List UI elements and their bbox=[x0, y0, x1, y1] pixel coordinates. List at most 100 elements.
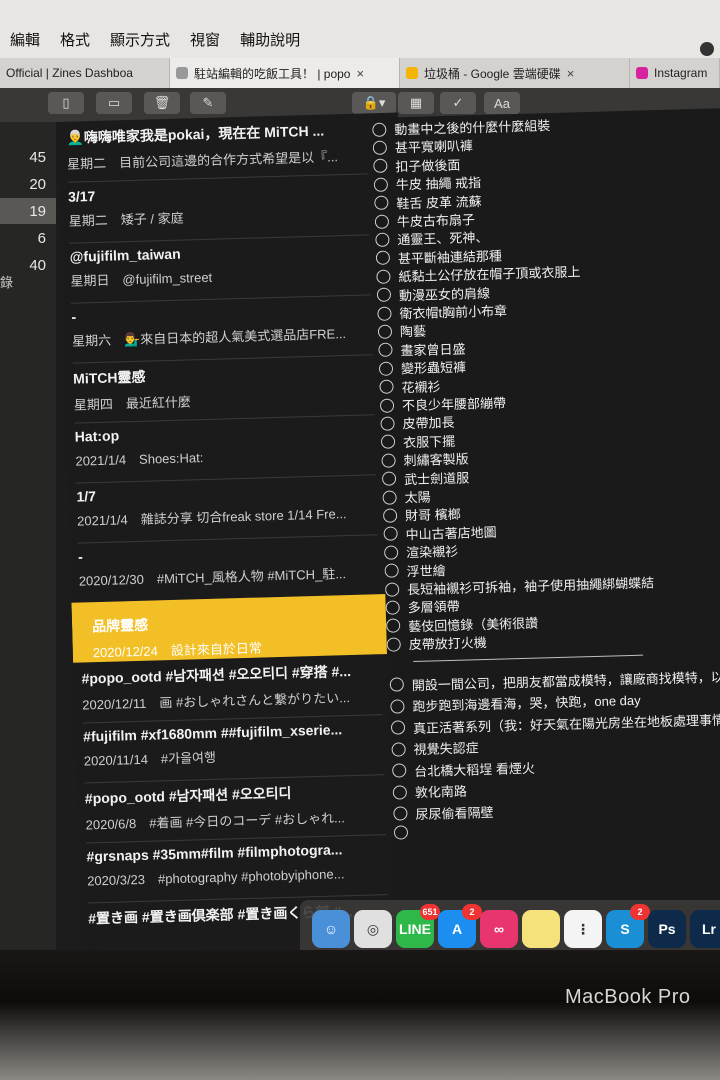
checklist-item[interactable]: 花襯衫 bbox=[379, 376, 441, 397]
checkbox-circle-icon[interactable] bbox=[383, 526, 398, 542]
folder-count-row-selected[interactable]: 19 bbox=[0, 198, 56, 224]
notes-icon[interactable] bbox=[522, 910, 560, 948]
checklist-item[interactable]: 敦化南路 bbox=[392, 781, 468, 802]
checkbox-circle-icon[interactable] bbox=[390, 720, 406, 735]
checklist-item[interactable]: 開設一間公司，把朋友都當成模特，讓廠商找模特，以粉 bbox=[389, 666, 720, 695]
checkbox-circle-icon[interactable] bbox=[379, 397, 395, 413]
checklist-item[interactable]: 台北橋大稻埕 看煙火 bbox=[392, 757, 535, 780]
checkbox-circle-icon[interactable] bbox=[382, 508, 398, 523]
checkbox-circle-icon[interactable] bbox=[384, 581, 400, 597]
folder-count-row[interactable]: 45 bbox=[0, 144, 56, 170]
line-icon[interactable]: LINE 651 bbox=[396, 904, 440, 948]
note-item[interactable]: #popo_ootd #남자패션 #오오티디 #穿搭 #... 2020/12/1… bbox=[81, 660, 383, 724]
checkbox-circle-icon[interactable] bbox=[377, 324, 393, 339]
checkbox-circle-icon[interactable] bbox=[380, 434, 396, 450]
checkbox-circle-icon[interactable] bbox=[376, 287, 392, 303]
checklist-item[interactable]: 渲染襯衫 bbox=[383, 541, 459, 562]
chrome-icon[interactable]: ◎ bbox=[354, 910, 392, 948]
checkbox-circle-icon[interactable] bbox=[376, 269, 391, 284]
note-item[interactable]: #grsnaps #35mm#film #filmphotogra... 2020… bbox=[86, 840, 388, 904]
lock-button[interactable]: 🔒▾ bbox=[352, 92, 396, 114]
sidebar-toggle-button[interactable]: ▯ bbox=[48, 92, 84, 114]
checkbox-circle-icon[interactable] bbox=[381, 471, 397, 486]
menu-format[interactable]: 格式 bbox=[60, 29, 90, 50]
note-item[interactable]: #fujifilm #xf1680mm ##fujifilm_xserie...… bbox=[82, 720, 385, 784]
note-item[interactable]: 👨‍🦳嗨嗨唯家我是pokai，現在在 MiTCH ... 星期二 目前公司這邊的合… bbox=[66, 119, 368, 183]
checkbox-circle-icon[interactable] bbox=[392, 784, 408, 800]
checkbox-circle-icon[interactable] bbox=[377, 306, 392, 321]
checkbox-circle-icon[interactable] bbox=[382, 489, 397, 505]
checklist-item[interactable]: 武士劍道服 bbox=[381, 467, 470, 488]
menu-edit[interactable]: 編輯 bbox=[10, 29, 40, 50]
checkbox-circle-icon[interactable] bbox=[375, 232, 390, 247]
new-note-button[interactable]: ✎ bbox=[190, 92, 226, 114]
note-editor[interactable]: 動畫中之後的什麼什麼組裝 甚平寬喇叭褲 扣子做後面 牛皮 抽繩 戒指 鞋舌 皮革 流蘇牛… bbox=[372, 107, 720, 950]
folder-count-row[interactable]: 40 bbox=[0, 252, 56, 278]
checkbox-circle-icon[interactable] bbox=[380, 416, 395, 431]
checklist-item[interactable]: 皮帶放打火機 bbox=[386, 632, 487, 654]
note-item[interactable]: - 星期六 💁‍♂️來自日本的超人氣美式選品店FRE... bbox=[71, 300, 373, 364]
checkbox-circle-icon[interactable] bbox=[385, 600, 400, 615]
close-icon[interactable]: × bbox=[356, 66, 364, 81]
checkbox-circle-icon[interactable] bbox=[378, 361, 394, 376]
checkbox-circle-icon[interactable] bbox=[374, 214, 390, 229]
tab-popo[interactable]: 駐站編輯的吃飯工具！ | popo × bbox=[170, 58, 400, 88]
finder-icon[interactable]: ☺ bbox=[312, 910, 350, 948]
gallery-view-button[interactable]: ▭ bbox=[96, 92, 132, 114]
checkbox-circle-icon[interactable] bbox=[374, 195, 389, 211]
checklist-item[interactable]: 視覺失認症 bbox=[391, 737, 479, 758]
note-item[interactable]: Hat:op 2021/1/4 Shoes:Hat: bbox=[74, 420, 376, 484]
checklist-item[interactable]: 衛衣帽t胸前小布章 bbox=[377, 300, 507, 323]
note-item[interactable]: #popo_ootd #남자패션 #오오티디 2020/6/8 #着画 #今日のコ… bbox=[84, 780, 387, 844]
checkbox-circle-icon[interactable] bbox=[386, 637, 401, 652]
folder-count-row[interactable]: 6 bbox=[0, 225, 56, 251]
checklist-item[interactable] bbox=[393, 825, 416, 840]
checklist-item[interactable]: 陶藝 bbox=[377, 321, 427, 341]
tab-instagram[interactable]: Instagram bbox=[630, 58, 720, 88]
skype-icon[interactable]: S2 bbox=[606, 904, 650, 948]
checkbox-circle-icon[interactable] bbox=[393, 806, 408, 821]
checkbox-circle-icon[interactable] bbox=[393, 825, 409, 840]
menu-view[interactable]: 顯示方式 bbox=[110, 29, 170, 50]
checkbox-circle-icon[interactable] bbox=[390, 698, 405, 714]
checklist-item[interactable]: 中山古著店地圖 bbox=[383, 521, 497, 543]
checkbox-circle-icon[interactable] bbox=[373, 177, 389, 192]
table-button[interactable]: ▦ bbox=[398, 92, 434, 114]
menu-help[interactable]: 輔助說明 bbox=[240, 29, 300, 50]
menu-window[interactable]: 視窗 bbox=[190, 29, 220, 50]
checklist-item[interactable]: 浮世繪 bbox=[384, 560, 446, 581]
format-button[interactable]: Aa bbox=[484, 92, 520, 114]
tab-google-drive[interactable]: 垃圾桶 - Google 雲端硬碟 × bbox=[400, 58, 630, 88]
checkbox-circle-icon[interactable] bbox=[372, 122, 387, 137]
checklist-item[interactable]: 變形蟲短褲 bbox=[378, 357, 467, 378]
creative-cloud-icon[interactable]: ∞ bbox=[480, 910, 518, 948]
tab-zines-dashboard[interactable]: Official | Zines Dashboa bbox=[0, 58, 170, 88]
checkbox-circle-icon[interactable] bbox=[392, 763, 407, 778]
lightroom-icon[interactable]: Lr bbox=[690, 910, 720, 948]
note-item[interactable]: 3/17 星期二 矮子 / 家庭 bbox=[67, 180, 370, 244]
checklist-item[interactable]: 尿尿偷看隔壁 bbox=[393, 801, 494, 823]
status-icon[interactable] bbox=[700, 42, 714, 56]
checkbox-circle-icon[interactable] bbox=[373, 158, 388, 174]
reminders-icon[interactable]: ⋮ bbox=[564, 910, 602, 948]
checkbox-circle-icon[interactable] bbox=[378, 342, 393, 358]
delete-button[interactable]: 🗑 bbox=[144, 92, 180, 114]
note-item[interactable]: MiTCH靈感 星期四 最近紅什麼 bbox=[72, 360, 375, 424]
checklist-button[interactable]: ✓ bbox=[440, 92, 476, 114]
note-item[interactable]: -2020/12/30 #MiTCH_風格人物 #MiTCH_駐... bbox=[77, 540, 380, 604]
checklist-item[interactable]: 太陽 bbox=[382, 487, 431, 507]
checkbox-circle-icon[interactable] bbox=[379, 379, 394, 394]
checkbox-circle-icon[interactable] bbox=[389, 677, 405, 692]
checkbox-circle-icon[interactable] bbox=[375, 250, 391, 266]
folder-count-row[interactable]: 20 bbox=[0, 171, 56, 197]
checkbox-circle-icon[interactable] bbox=[381, 453, 396, 468]
checkbox-circle-icon[interactable] bbox=[372, 140, 388, 155]
note-item-selected[interactable]: 品牌靈感 2020/12/24 設計來自於日常 bbox=[71, 594, 388, 663]
checkbox-circle-icon[interactable] bbox=[384, 563, 399, 578]
close-icon[interactable]: × bbox=[567, 66, 575, 81]
checkbox-circle-icon[interactable] bbox=[383, 545, 399, 560]
app-store-icon[interactable]: A2 bbox=[438, 904, 482, 948]
note-item[interactable]: 1/7 2021/1/4 雜誌分享 切合freak store 1/14 Fre.… bbox=[76, 480, 378, 544]
checkbox-circle-icon[interactable] bbox=[385, 618, 401, 634]
photoshop-icon[interactable]: Ps bbox=[648, 910, 686, 948]
